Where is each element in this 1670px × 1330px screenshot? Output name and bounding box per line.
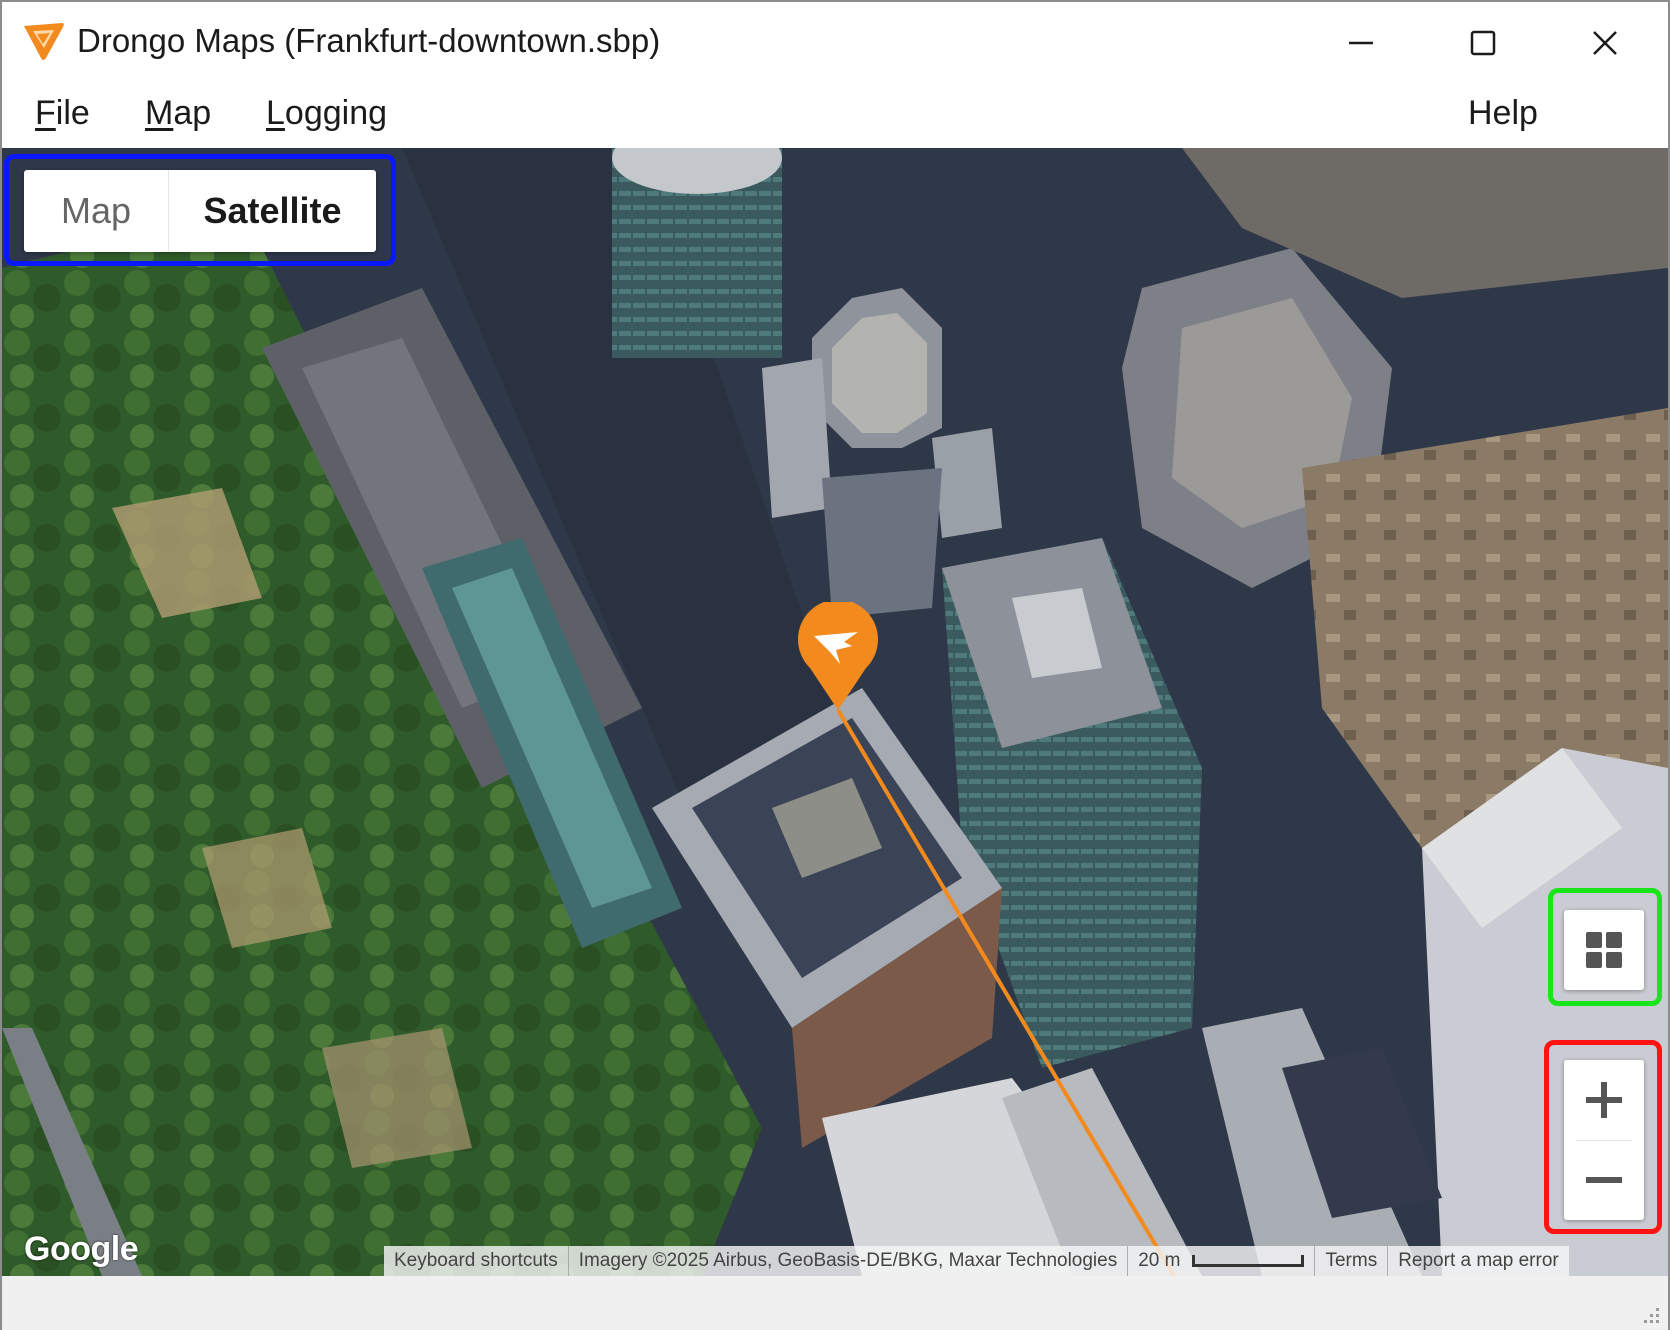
minimize-button[interactable]	[1300, 2, 1422, 84]
location-marker[interactable]	[796, 602, 880, 712]
map-type-highlight	[4, 154, 396, 266]
report-map-error-link[interactable]: Report a map error	[1388, 1246, 1569, 1276]
minimize-icon	[1349, 41, 1373, 45]
menu-help[interactable]: Help	[1468, 94, 1538, 133]
zoom-highlight	[1544, 1040, 1662, 1234]
map-attribution: Keyboard shortcuts Imagery ©2025 Airbus,…	[384, 1246, 1569, 1276]
menu-map[interactable]: Map	[145, 94, 211, 133]
menu-logging[interactable]: Logging	[266, 94, 387, 133]
keyboard-shortcuts-link[interactable]: Keyboard shortcuts	[384, 1246, 569, 1276]
menu-file[interactable]: File	[35, 94, 90, 133]
menu-file-mnemonic: F	[35, 94, 56, 132]
title-bar[interactable]: Drongo Maps (Frankfurt-downtown.sbp)	[2, 2, 1668, 84]
app-logo-icon	[24, 23, 64, 60]
scale-label: 20 m	[1138, 1250, 1181, 1271]
map-view[interactable]: Map Satellite Google Keyboard shortcuts …	[2, 148, 1668, 1276]
resize-grip-icon[interactable]	[1638, 1302, 1662, 1326]
menu-logging-label: ogging	[284, 94, 388, 132]
maximize-icon	[1470, 30, 1496, 56]
terms-link[interactable]: Terms	[1315, 1246, 1389, 1276]
google-logo: Google	[24, 1230, 139, 1268]
scale-bar	[1192, 1255, 1305, 1267]
imagery-credit: Imagery ©2025 Airbus, GeoBasis-DE/BKG, M…	[569, 1246, 1129, 1276]
menu-logging-mnemonic: L	[266, 94, 285, 132]
maximize-button[interactable]	[1422, 2, 1544, 84]
status-bar	[2, 1276, 1668, 1330]
satellite-imagery	[2, 148, 1668, 1276]
menu-file-label: ile	[55, 94, 90, 132]
layers-highlight	[1548, 888, 1662, 1006]
scale-indicator[interactable]: 20 m	[1128, 1246, 1316, 1276]
window-title: Drongo Maps (Frankfurt-downtown.sbp)	[77, 22, 661, 59]
app-window: Drongo Maps (Frankfurt-downtown.sbp) Fil…	[0, 0, 1670, 1330]
close-icon	[1593, 31, 1617, 55]
close-button[interactable]	[1544, 2, 1666, 84]
menu-bar: File Map Logging Help	[2, 84, 1668, 148]
menu-map-label: ap	[173, 94, 212, 132]
menu-map-mnemonic: M	[145, 94, 174, 132]
